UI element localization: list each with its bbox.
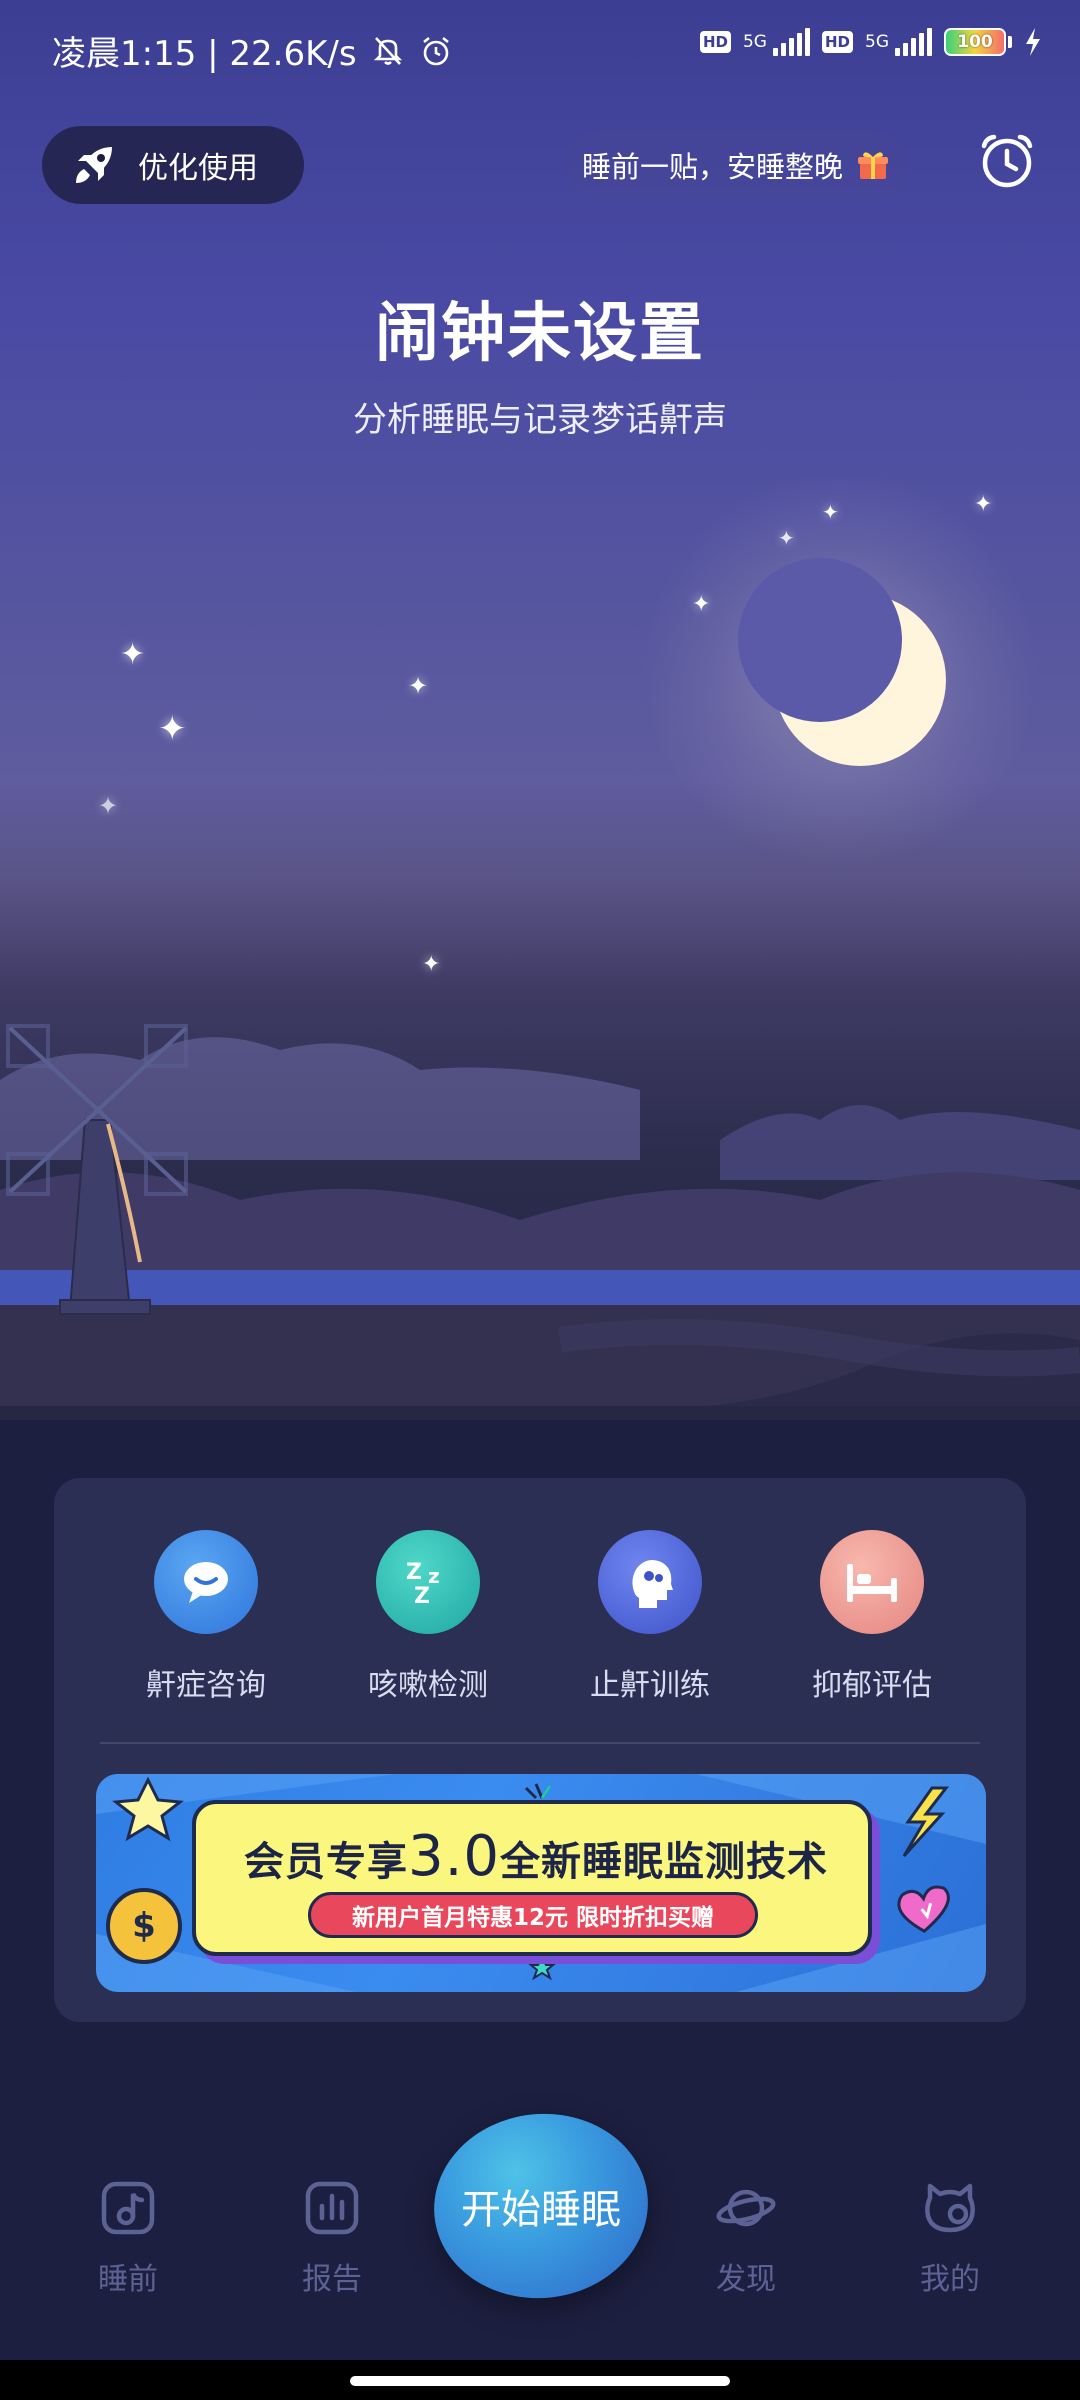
promo-label: 睡前一贴，安睡整晚 xyxy=(582,150,844,184)
coin-sticker: $ xyxy=(106,1888,182,1964)
nav-item-mine[interactable]: 我的 xyxy=(880,2178,1020,2298)
banner-version: 3.0 xyxy=(407,1824,501,1889)
network-label: 5G xyxy=(865,31,889,52)
feature-label: 止鼾训练 xyxy=(590,1668,710,1703)
battery-tip xyxy=(1008,36,1012,48)
svg-text:Z: Z xyxy=(406,1560,422,1585)
feature-label: 鼾症咨询 xyxy=(146,1668,266,1703)
nav-label: 睡前 xyxy=(98,2262,158,2297)
optimize-button[interactable]: 优化使用 xyxy=(42,126,304,204)
charging-icon xyxy=(1026,28,1040,56)
home-indicator[interactable] xyxy=(350,2376,730,2386)
chat-icon xyxy=(154,1530,258,1634)
feature-snoring-consult[interactable]: 鼾症咨询 xyxy=(106,1530,306,1704)
planet-icon xyxy=(716,2189,776,2227)
status-left: 凌晨1:15 | 22.6K/s xyxy=(52,26,453,75)
bottom-nav: 睡前 报告 开始睡眠 发现 我的 xyxy=(0,2080,1080,2380)
banner-headline-post: 全新睡眠监测技术 xyxy=(500,1839,829,1885)
hd-badge: HD xyxy=(821,31,853,53)
sleep-patch-promo[interactable]: 睡前一贴，安睡整晚 xyxy=(566,130,910,200)
brain-head-icon xyxy=(598,1530,702,1634)
network-label: 5G xyxy=(742,31,767,52)
feature-label: 抑郁评估 xyxy=(812,1668,932,1703)
banner-offer-pill: 新用户首月特惠12元 限时折扣买赠 xyxy=(308,1892,758,1938)
profile-icon xyxy=(925,2183,975,2233)
optimize-label: 优化使用 xyxy=(138,151,258,186)
bar-chart-icon xyxy=(305,2181,359,2235)
nav-item-report[interactable]: 报告 xyxy=(262,2178,402,2298)
scenery-illustration xyxy=(0,558,1080,1420)
status-bar: 凌晨1:15 | 22.6K/s HD 5G HD 5G 100 xyxy=(0,0,1080,100)
hd-badge: HD xyxy=(699,31,731,53)
nav-label: 我的 xyxy=(920,2262,980,2297)
battery-level: 100 xyxy=(957,32,993,52)
banner-speech-bubble: 会员专享3.0全新睡眠监测技术 新用户首月特惠12元 限时折扣买赠 xyxy=(192,1800,872,1956)
status-right: HD 5G HD 5G 100 xyxy=(699,28,1042,56)
time-and-speed: 凌晨1:15 | 22.6K/s xyxy=(52,34,357,74)
banner-headline: 会员专享3.0全新睡眠监测技术 xyxy=(196,1824,876,1889)
start-sleep-label: 开始睡眠 xyxy=(461,2187,621,2233)
alarm-status-icon xyxy=(422,36,449,65)
signal-icon xyxy=(772,28,810,56)
rocket-icon xyxy=(76,147,112,183)
app-screen: ✦ ✦ ✦ ✦ ✦ ✦ ✦ ✦ ✦ 凌晨1:15 | 22.6K/s HD 5G… xyxy=(0,0,1080,2400)
feature-label: 咳嗽检测 xyxy=(368,1668,488,1703)
nav-item-discover[interactable]: 发现 xyxy=(676,2178,816,2298)
nav-label: 报告 xyxy=(302,2262,362,2297)
alarm-status-subtitle: 分析睡眠与记录梦话鼾声 xyxy=(353,400,727,440)
banner-headline-pre: 会员专享 xyxy=(243,1839,408,1885)
gift-icon xyxy=(858,152,889,179)
start-sleep-button[interactable]: 开始睡眠 xyxy=(424,2103,658,2309)
svg-text:Z: Z xyxy=(414,1584,430,1607)
signal-icon xyxy=(895,28,932,56)
mute-icon xyxy=(373,36,402,65)
membership-banner[interactable]: $ 会员专享3.0全新睡眠监测技术 新用户首月特惠12元 限时折扣买赠 xyxy=(96,1774,986,1992)
card-divider xyxy=(100,1742,980,1744)
feature-depression-assess[interactable]: 抑郁评估 xyxy=(772,1530,972,1704)
music-note-icon xyxy=(101,2181,155,2235)
feature-snore-training[interactable]: 止鼾训练 xyxy=(550,1530,750,1704)
nav-item-bedtime[interactable]: 睡前 xyxy=(58,2178,198,2298)
alarm-clock-icon[interactable] xyxy=(978,132,1036,190)
bed-icon xyxy=(820,1530,924,1634)
feature-cough-detect[interactable]: Z z Z 咳嗽检测 xyxy=(328,1530,528,1704)
nav-label: 发现 xyxy=(716,2262,776,2297)
heart-sticker xyxy=(897,1885,950,1933)
feature-card: 鼾症咨询 Z z Z 咳嗽检测 止鼾训练 抑郁评估 $ 会员专享3.0全新睡眠监… xyxy=(54,1478,1026,2022)
battery-icon: 100 xyxy=(944,28,1006,56)
zzz-icon: Z z Z xyxy=(376,1530,480,1634)
alarm-status-title: 闹钟未设置 xyxy=(375,297,705,371)
